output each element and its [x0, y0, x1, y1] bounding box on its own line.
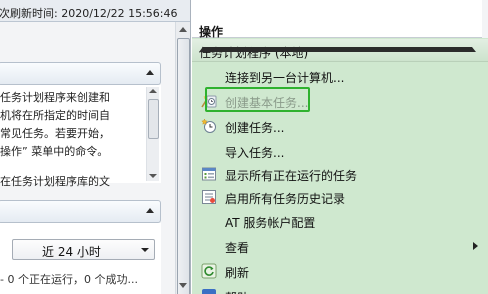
actions-section-header[interactable]: 任务计划程序 (本地) — [192, 39, 488, 62]
action-refresh[interactable]: 刷新 — [192, 259, 488, 283]
action-show-running-tasks[interactable]: 显示所有正在运行的任务 — [192, 162, 488, 186]
task-scheduler-summary-pane: 次刷新时间: 2020/12/22 15:56:46 任务计划程序来创建和 机将… — [0, 0, 191, 294]
highlight-annotation-box — [205, 87, 310, 112]
action-enable-task-history[interactable]: 启用所有任务历史记录 — [192, 185, 488, 209]
action-connect-computer[interactable]: 连接到另一台计算机... — [192, 64, 488, 88]
scroll-thumb[interactable] — [177, 38, 190, 294]
collapse-section-icon[interactable] — [199, 47, 476, 52]
collapse-status-icon[interactable] — [145, 206, 156, 217]
scroll-down-icon[interactable] — [149, 174, 157, 178]
actions-pane-title: 操作 — [192, 0, 488, 39]
scroll-up-icon[interactable] — [179, 27, 187, 32]
overview-scrollbar[interactable] — [146, 87, 159, 181]
status-period-value: 近 24 小时 — [42, 245, 101, 259]
collapse-overview-icon[interactable] — [145, 68, 156, 79]
action-label: AT 服务帐户配置 — [225, 216, 316, 230]
running-tasks-icon — [201, 166, 217, 182]
scroll-thumb[interactable] — [148, 99, 159, 139]
action-label: 创建任务... — [225, 121, 285, 135]
refresh-icon — [201, 263, 217, 279]
action-label: 显示所有正在运行的任务 — [225, 169, 358, 183]
action-label: 刷新 — [225, 266, 250, 280]
last-refresh-bar: 次刷新时间: 2020/12/22 15:56:46 — [0, 0, 190, 22]
overview-panel-header[interactable] — [0, 62, 161, 85]
pane-edge — [482, 0, 488, 38]
action-import-task[interactable]: 导入任务... — [192, 139, 488, 163]
new-task-icon — [201, 118, 217, 134]
submenu-arrow-icon — [473, 242, 478, 250]
scroll-up-icon[interactable] — [149, 89, 157, 93]
summary-pane-scrollbar[interactable] — [175, 22, 190, 294]
overview-panel-body: 任务计划程序来创建和 机将在所指定的时间自 常见任务。若要开始， 操作” 菜单中… — [0, 85, 161, 188]
actions-title-label: 操作 — [199, 25, 224, 39]
scroll-down-icon[interactable] — [179, 283, 187, 288]
overview-text: 任务计划程序来创建和 机将在所指定的时间自 常见任务。若要开始， 操作” 菜单中… — [0, 89, 142, 191]
task-status-summary: - 0 个正在运行，0 个成功... — [0, 273, 138, 286]
overview-line: 操作” 菜单中的命令。 — [0, 145, 109, 158]
action-label: 连接到另一台计算机... — [225, 71, 345, 85]
help-icon — [201, 288, 217, 294]
action-label: 帮助 — [225, 289, 249, 294]
action-help[interactable]: 帮助 — [192, 284, 488, 294]
overview-line: 在任务计划程序库的文 — [0, 175, 110, 188]
action-label: 查看 — [225, 241, 250, 255]
task-status-panel-header[interactable] — [0, 200, 161, 223]
action-view-menu[interactable]: 查看 — [192, 234, 488, 258]
overview-line: 机将在所指定的时间自 — [0, 109, 110, 122]
action-label: 导入任务... — [225, 146, 285, 160]
action-at-service-account[interactable]: AT 服务帐户配置 — [192, 209, 488, 233]
history-icon — [201, 189, 217, 205]
status-period-select[interactable]: 近 24 小时 — [12, 239, 155, 260]
chevron-down-icon[interactable] — [141, 248, 149, 252]
overview-line: 常见任务。若要开始， — [0, 127, 110, 140]
actions-pane: 操作 任务计划程序 (本地) 连接到另一台计算机... 创建基本任务... 创建… — [192, 0, 488, 294]
overview-line: 任务计划程序来创建和 — [0, 91, 110, 104]
action-create-task[interactable]: 创建任务... — [192, 114, 488, 138]
action-label: 启用所有任务历史记录 — [225, 192, 346, 206]
overview-line — [0, 161, 142, 173]
last-refresh-text: 次刷新时间: 2020/12/22 15:56:46 — [0, 7, 178, 20]
